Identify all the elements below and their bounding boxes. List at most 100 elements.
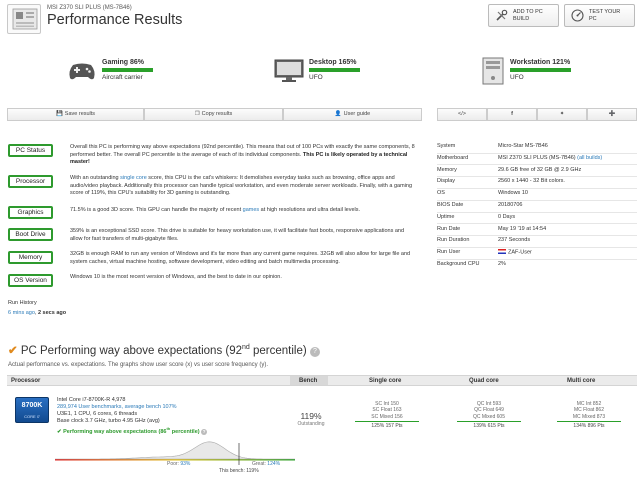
system-info-key: Display [437, 178, 456, 185]
multi-core-total: 134% 896 Pts [573, 422, 605, 429]
gaming-subtitle: Aircraft carrier [102, 74, 143, 81]
system-info-row: Background CPU 2% [437, 260, 637, 270]
embed-code-button[interactable]: </> [437, 108, 487, 121]
boot-drive-text: 359% is an exceptional SSD score. This d… [70, 228, 405, 242]
guide-icon: 👤 [334, 111, 342, 117]
quad-core-scores: QC Int 593 QC Float 649 QC Mixed 605 139… [454, 401, 524, 429]
poor-label: Poor: 93% [167, 461, 190, 467]
section-title-post: percentile) [249, 345, 307, 357]
system-info-row: System Micro-Star MS-7B46 [437, 142, 637, 152]
cpu-socket: U3E1, 1 CPU, 6 cores, 6 threads [57, 411, 138, 417]
header-quad-core: Quad core [469, 378, 499, 384]
cpu-help-icon[interactable]: ? [201, 428, 208, 435]
memory-text: 32GB is enough RAM to run any version of… [70, 251, 411, 265]
multi-core-scores: MC Int 852 MC Float 862 MC Mixed 873 134… [554, 401, 624, 429]
copy-results-button[interactable]: ❐ Copy results [144, 108, 283, 121]
category-processor[interactable]: Processor [8, 175, 53, 188]
user-guide-label: User guide [343, 111, 371, 117]
summary-gaming: Gaming 86% Aircraft carrier [68, 59, 198, 87]
cpu-status-pre: Performing way above expectations (86 [63, 428, 167, 435]
help-icon[interactable]: ? [309, 347, 320, 357]
system-info-value: May 19 '19 at 14:54 [498, 225, 547, 232]
category-boot-drive[interactable]: Boot Drive [8, 228, 53, 241]
cpu-badge: 8700K CORE i7 [15, 397, 49, 423]
table-row[interactable]: 8700K CORE i7 Intel Core i7-8700K-R 4,97… [7, 387, 637, 479]
system-info-key: Run Date [437, 225, 461, 232]
header-bench: Bench [299, 378, 318, 384]
category-pc-status[interactable]: PC Status [8, 144, 53, 157]
system-logo [7, 4, 41, 34]
add-to-pc-build-button[interactable]: ADD TO PC BUILD [488, 4, 559, 27]
single-core-total: 125% 157 Pts [371, 422, 403, 429]
gaming-bar [102, 68, 153, 72]
workstation-icon [482, 57, 504, 85]
cpu-status: ✔ Performing way above expectations (86t… [57, 425, 287, 436]
run-history-links: 6 mins ago, 2 secs ago [8, 310, 67, 316]
twitter-share-button[interactable]: ✦ [537, 108, 587, 121]
system-info-value: Windows 10 [498, 190, 528, 197]
twitter-icon: ✦ [559, 111, 565, 117]
graphics-text: 71.5% is a good 3D score. This GPU can h… [70, 207, 361, 213]
system-info-key: Run User [437, 249, 461, 256]
category-memory[interactable]: Memory [8, 251, 53, 264]
save-results-button[interactable]: 💾 Save results [7, 108, 144, 121]
cpu-details: Intel Core i7-8700K-R 4,978 289,974 User… [57, 397, 287, 436]
system-info-row: Display 2560 x 1440 - 32 Bit colors. [437, 177, 637, 187]
table-header: Processor Bench Single core Quad core Mu… [7, 375, 637, 386]
system-info-key: System [437, 143, 456, 149]
gaming-title: Gaming 86% [102, 59, 145, 66]
great-label-text: Great: [252, 461, 266, 467]
summary-desktop: Desktop 165% UFO [274, 59, 404, 87]
system-info-row: Memory 29.6 GB free of 32 GB @ 2.9 GHz [437, 166, 637, 176]
great-label: Great: 124% [252, 461, 280, 467]
bench-label: Outstanding [297, 421, 325, 427]
speedometer-icon [571, 9, 584, 22]
facebook-share-button[interactable]: f [487, 108, 537, 121]
distribution-curve [55, 441, 295, 460]
system-info-value: ZAF-User [498, 249, 532, 256]
add-to-pc-build-label: ADD TO PC BUILD [513, 9, 543, 22]
single-core-scores: SC Int 150 SC Float 163 SC Mixed 156 125… [352, 401, 422, 429]
great-value: 124% [267, 461, 281, 467]
more-share-button[interactable]: ➕ [587, 108, 637, 121]
cpu-benchmarks[interactable]: 289,974 User benchmarks, average bench 1… [57, 404, 287, 411]
all-builds-link[interactable]: (all builds) [576, 155, 602, 161]
section-title-pre: PC Performing way above expectations (92 [20, 345, 243, 357]
flag-icon [498, 249, 506, 255]
header-processor: Processor [11, 378, 41, 384]
poor-value: 93% [180, 461, 191, 467]
run-history-link-2[interactable]: 2 secs ago [38, 310, 66, 316]
section-title: ✔ PC Performing way above expectations (… [8, 343, 320, 357]
cpu-badge-sub: CORE i7 [24, 414, 40, 419]
workstation-bar [510, 68, 571, 72]
category-os-version[interactable]: OS Version [8, 274, 53, 287]
system-info-row: Run User ZAF-User [437, 248, 637, 258]
single-core-mixed: SC Mixed 156 [371, 413, 403, 420]
system-info-value: 2560 x 1440 - 32 Bit colors. [498, 178, 565, 185]
system-info-key: OS [437, 190, 445, 197]
system-info-value: 237 Seconds [498, 237, 531, 244]
workstation-subtitle: UFO [510, 74, 524, 81]
section-subtitle: Actual performance vs. expectations. The… [8, 362, 268, 368]
workstation-title: Workstation 121% [510, 59, 571, 66]
system-info-row: BIOS Date 20180706 [437, 201, 637, 211]
user-guide-button[interactable]: 👤 User guide [283, 108, 422, 121]
cpu-status-post: percentile) [170, 428, 200, 435]
system-info-value: 2% [498, 261, 506, 267]
system-info-row: Run Date May 19 '19 at 14:54 [437, 225, 637, 235]
page-title: Performance Results [47, 12, 183, 28]
poor-label-text: Poor: [167, 461, 179, 467]
facebook-icon: f [511, 111, 513, 117]
cpu-clock: Base clock 3.7 GHz, turbo 4.95 GHz (avg) [57, 418, 160, 424]
system-info-key: Background CPU [437, 261, 480, 267]
test-your-pc-button[interactable]: TEST YOUR PC [564, 4, 635, 27]
cpu-badge-model: 8700K [21, 402, 43, 409]
system-info-row: Motherboard MSI Z370 SLI PLUS (MS-7B46) (… [437, 154, 637, 164]
os-version-text: Windows 10 is the most recent version of… [70, 274, 282, 280]
category-graphics[interactable]: Graphics [8, 206, 53, 219]
run-history-link-1[interactable]: 6 mins ago [8, 310, 35, 316]
code-icon: </> [458, 111, 466, 117]
copy-icon: ❐ [194, 111, 200, 117]
save-results-label: Save results [64, 111, 96, 117]
system-info-key: Motherboard [437, 154, 469, 161]
